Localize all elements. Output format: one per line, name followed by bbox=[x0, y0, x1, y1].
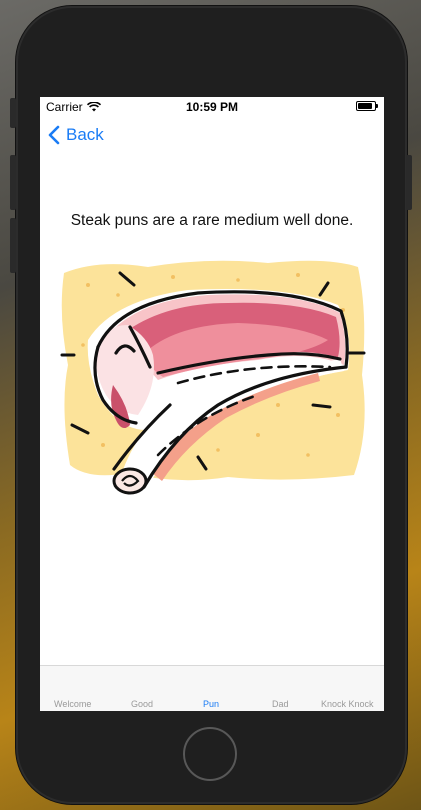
volume-down-button[interactable] bbox=[10, 218, 16, 273]
steak-illustration bbox=[60, 260, 366, 495]
tab-knock-knock[interactable]: Knock Knock bbox=[321, 699, 374, 709]
home-button[interactable] bbox=[183, 727, 237, 781]
tab-good[interactable]: Good bbox=[131, 699, 153, 709]
status-time: 10:59 PM bbox=[185, 100, 239, 114]
tab-welcome[interactable]: Welcome bbox=[54, 699, 91, 709]
battery-level bbox=[358, 103, 373, 109]
mute-switch bbox=[10, 98, 16, 128]
tab-bar: Welcome Good Pun Dad Knock Knock bbox=[40, 665, 384, 711]
tab-pun[interactable]: Pun bbox=[203, 699, 219, 709]
navigation-bar: Back bbox=[40, 121, 384, 151]
screen: Carrier 10:59 PM Back Steak puns are a r… bbox=[40, 97, 384, 711]
power-button[interactable] bbox=[406, 155, 412, 210]
back-button-label: Back bbox=[66, 125, 104, 144]
volume-up-button[interactable] bbox=[10, 155, 16, 210]
back-button[interactable]: Back bbox=[48, 125, 104, 145]
tab-dad[interactable]: Dad bbox=[272, 699, 289, 709]
chevron-left-icon bbox=[48, 125, 60, 145]
status-bar: Carrier 10:59 PM bbox=[40, 97, 384, 117]
battery-icon bbox=[356, 101, 378, 111]
pun-text: Steak puns are a rare medium well done. bbox=[70, 212, 354, 229]
